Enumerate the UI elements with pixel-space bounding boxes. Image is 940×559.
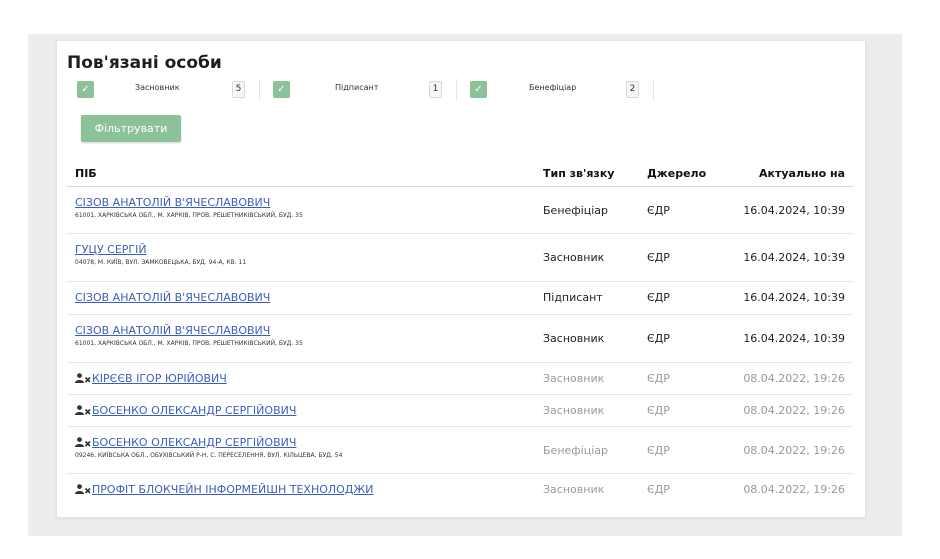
filter-signer-checkbox[interactable]: ✓ (273, 81, 290, 98)
person-cell: СІЗОВ АНАТОЛІЙ В'ЯЧЕСЛАВОВИЧ (75, 291, 515, 304)
person-address: 61001, ХАРКІВСЬКА ОБЛ., М. ХАРКІВ, ПРОВ.… (75, 212, 303, 219)
filter-signer-count: 1 (429, 81, 442, 98)
table-row: СІЗОВ АНАТОЛІЙ В'ЯЧЕСЛАВОВИЧ 61001, ХАРК… (67, 315, 853, 363)
person-link[interactable]: СІЗОВ АНАТОЛІЙ В'ЯЧЕСЛАВОВИЧ (75, 324, 515, 337)
person-cell: БОСЕНКО ОЛЕКСАНДР СЕРГІЙОВИЧ 09246, КИЇВ… (75, 436, 515, 459)
actual-date: 16.04.2024, 10:39 (743, 332, 845, 345)
table-row: СІЗОВ АНАТОЛІЙ В'ЯЧЕСЛАВОВИЧ Підписант Є… (67, 282, 853, 315)
actual-date: 08.04.2022, 19:26 (743, 444, 845, 457)
person-address: 04078, М. КИЇВ, ВУЛ. ЗАМКОВЕЦЬКА, БУД. 9… (75, 259, 247, 266)
table-row: БОСЕНКО ОЛЕКСАНДР СЕРГІЙОВИЧ 09246, КИЇВ… (67, 427, 853, 474)
filter-divider (456, 79, 457, 101)
data-source: ЄДР (647, 483, 670, 496)
filter-founder-count: 5 (232, 81, 245, 98)
person-link[interactable]: СІЗОВ АНАТОЛІЙ В'ЯЧЕСЛАВОВИЧ (75, 291, 515, 304)
table-row: КІРЄЄВ ІГОР ЮРІЙОВИЧ Засновник ЄДР 08.04… (67, 363, 853, 395)
relation-type: Засновник (543, 372, 605, 385)
actual-date: 08.04.2022, 19:26 (743, 483, 845, 496)
filter-beneficiary-count: 2 (626, 81, 639, 98)
table-row: ПРОФІТ БЛОКЧЕЙН ІНФОРМЕЙШН ТЕХНОЛОДЖИ За… (67, 474, 853, 507)
person-link[interactable]: БОСЕНКО ОЛЕКСАНДР СЕРГІЙОВИЧ (75, 404, 515, 417)
relation-type: Бенефіціар (543, 204, 609, 217)
filter-signer-label: Підписант (335, 83, 379, 92)
data-source: ЄДР (647, 204, 670, 217)
check-icon: ✓ (81, 84, 90, 95)
column-header-type[interactable]: Тип зв'язку (543, 167, 614, 180)
actual-date: 08.04.2022, 19:26 (743, 404, 845, 417)
check-icon: ✓ (474, 84, 483, 95)
table-row: БОСЕНКО ОЛЕКСАНДР СЕРГІЙОВИЧ Засновник Є… (67, 395, 853, 427)
related-persons-card: Пов'язані особи ✓ Засновник 5 ✓ Підписан… (56, 40, 866, 518)
data-source: ЄДР (647, 444, 670, 457)
column-header-date[interactable]: Актуально на (759, 167, 845, 180)
person-link[interactable]: БОСЕНКО ОЛЕКСАНДР СЕРГІЙОВИЧ (75, 436, 515, 449)
person-cell: СІЗОВ АНАТОЛІЙ В'ЯЧЕСЛАВОВИЧ 61001, ХАРК… (75, 324, 515, 347)
filter-beneficiary-checkbox[interactable]: ✓ (470, 81, 487, 98)
actual-date: 16.04.2024, 10:39 (743, 251, 845, 264)
relation-type: Засновник (543, 251, 605, 264)
person-cell: СІЗОВ АНАТОЛІЙ В'ЯЧЕСЛАВОВИЧ 61001, ХАРК… (75, 196, 515, 219)
filter-button[interactable]: Фільтрувати (81, 115, 181, 142)
data-source: ЄДР (647, 291, 670, 304)
table-row: СІЗОВ АНАТОЛІЙ В'ЯЧЕСЛАВОВИЧ 61001, ХАРК… (67, 187, 853, 234)
person-cell: КІРЄЄВ ІГОР ЮРІЙОВИЧ (75, 372, 515, 385)
user-removed-icon (75, 437, 91, 447)
filter-divider (259, 79, 260, 101)
check-icon: ✓ (277, 84, 286, 95)
relation-type: Підписант (543, 291, 603, 304)
table-row: ГУЦУ СЕРГІЙ 04078, М. КИЇВ, ВУЛ. ЗАМКОВЕ… (67, 234, 853, 282)
data-source: ЄДР (647, 251, 670, 264)
person-link[interactable]: СІЗОВ АНАТОЛІЙ В'ЯЧЕСЛАВОВИЧ (75, 196, 515, 209)
person-cell: ПРОФІТ БЛОКЧЕЙН ІНФОРМЕЙШН ТЕХНОЛОДЖИ (75, 483, 515, 496)
relation-type: Засновник (543, 483, 605, 496)
relation-type: Бенефіціар (543, 444, 609, 457)
person-link[interactable]: ГУЦУ СЕРГІЙ (75, 243, 515, 256)
person-link[interactable]: КІРЄЄВ ІГОР ЮРІЙОВИЧ (75, 372, 515, 385)
actual-date: 16.04.2024, 10:39 (743, 291, 845, 304)
person-address: 61001, ХАРКІВСЬКА ОБЛ., М. ХАРКІВ, ПРОВ.… (75, 340, 303, 347)
filter-bar: ✓ Засновник 5 ✓ Підписант 1 ✓ Бенефіціар… (77, 79, 697, 101)
person-cell: БОСЕНКО ОЛЕКСАНДР СЕРГІЙОВИЧ (75, 404, 515, 417)
section-title: Пов'язані особи (67, 53, 222, 73)
person-name: БОСЕНКО ОЛЕКСАНДР СЕРГІЙОВИЧ (92, 436, 297, 449)
filter-founder-label: Засновник (135, 83, 180, 92)
actual-date: 16.04.2024, 10:39 (743, 204, 845, 217)
user-removed-icon (75, 373, 91, 383)
data-source: ЄДР (647, 372, 670, 385)
filter-beneficiary-label: Бенефіціар (529, 83, 577, 92)
table-header: ПІБ Тип зв'язку Джерело Актуально на (67, 157, 853, 187)
column-header-name[interactable]: ПІБ (75, 167, 97, 180)
filter-divider (653, 79, 654, 101)
actual-date: 08.04.2022, 19:26 (743, 372, 845, 385)
person-link[interactable]: ПРОФІТ БЛОКЧЕЙН ІНФОРМЕЙШН ТЕХНОЛОДЖИ (75, 483, 515, 496)
data-source: ЄДР (647, 404, 670, 417)
person-name: БОСЕНКО ОЛЕКСАНДР СЕРГІЙОВИЧ (92, 404, 297, 417)
user-removed-icon (75, 484, 91, 494)
relation-type: Засновник (543, 332, 605, 345)
user-removed-icon (75, 405, 91, 415)
person-cell: ГУЦУ СЕРГІЙ 04078, М. КИЇВ, ВУЛ. ЗАМКОВЕ… (75, 243, 515, 266)
data-source: ЄДР (647, 332, 670, 345)
person-name: ПРОФІТ БЛОКЧЕЙН ІНФОРМЕЙШН ТЕХНОЛОДЖИ (92, 483, 374, 496)
person-name: КІРЄЄВ ІГОР ЮРІЙОВИЧ (92, 372, 227, 385)
column-header-source[interactable]: Джерело (647, 167, 706, 180)
person-address: 09246, КИЇВСЬКА ОБЛ., ОБУХІВСЬКИЙ Р-Н, С… (75, 452, 343, 459)
relation-type: Засновник (543, 404, 605, 417)
filter-founder-checkbox[interactable]: ✓ (77, 81, 94, 98)
